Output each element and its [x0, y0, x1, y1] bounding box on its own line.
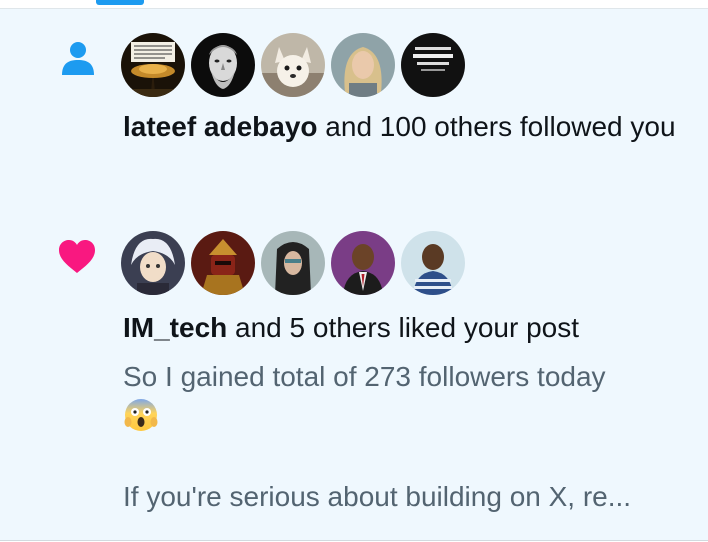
avatar-man-suit[interactable]: [331, 231, 395, 295]
active-tab-indicator: [96, 0, 144, 5]
avatar-dark-hair-warrior[interactable]: [261, 231, 325, 295]
notification-follow[interactable]: lateef adebayo and 100 others followed y…: [0, 8, 708, 208]
notification-action-text: and 5 others liked your post: [227, 312, 580, 343]
avatar-man-striped-shirt[interactable]: [401, 231, 465, 295]
avatar-red-armor[interactable]: [191, 231, 255, 295]
liker-avatars: [121, 231, 465, 297]
notification-text: lateef adebayo and 100 others followed y…: [123, 107, 693, 147]
actor-name[interactable]: lateef adebayo: [123, 111, 318, 142]
heart-icon: [59, 240, 95, 273]
post-snippet-line[interactable]: If you're serious about building on X, r…: [123, 477, 693, 517]
post-snippet-line[interactable]: So I gained total of 273 followers today: [123, 357, 693, 397]
person-icon: [62, 42, 94, 75]
notification-action-text: and 100 others followed you: [317, 111, 676, 142]
face-screaming-in-fear-emoji: [124, 399, 158, 431]
notification-text: IM_tech and 5 others liked your post: [123, 308, 693, 348]
post-snippet-emoji-line: [123, 397, 693, 438]
actor-name[interactable]: IM_tech: [123, 312, 227, 343]
follower-avatars: [121, 33, 465, 99]
avatar-white-dog[interactable]: [261, 33, 325, 97]
avatar-anime-white-hair[interactable]: [121, 231, 185, 295]
avatar-black-tshirt[interactable]: [401, 33, 465, 97]
avatar-dark-tree-quote[interactable]: [121, 33, 185, 97]
avatar-blonde-woman[interactable]: [331, 33, 395, 97]
avatar-statue-bust[interactable]: [191, 33, 255, 97]
